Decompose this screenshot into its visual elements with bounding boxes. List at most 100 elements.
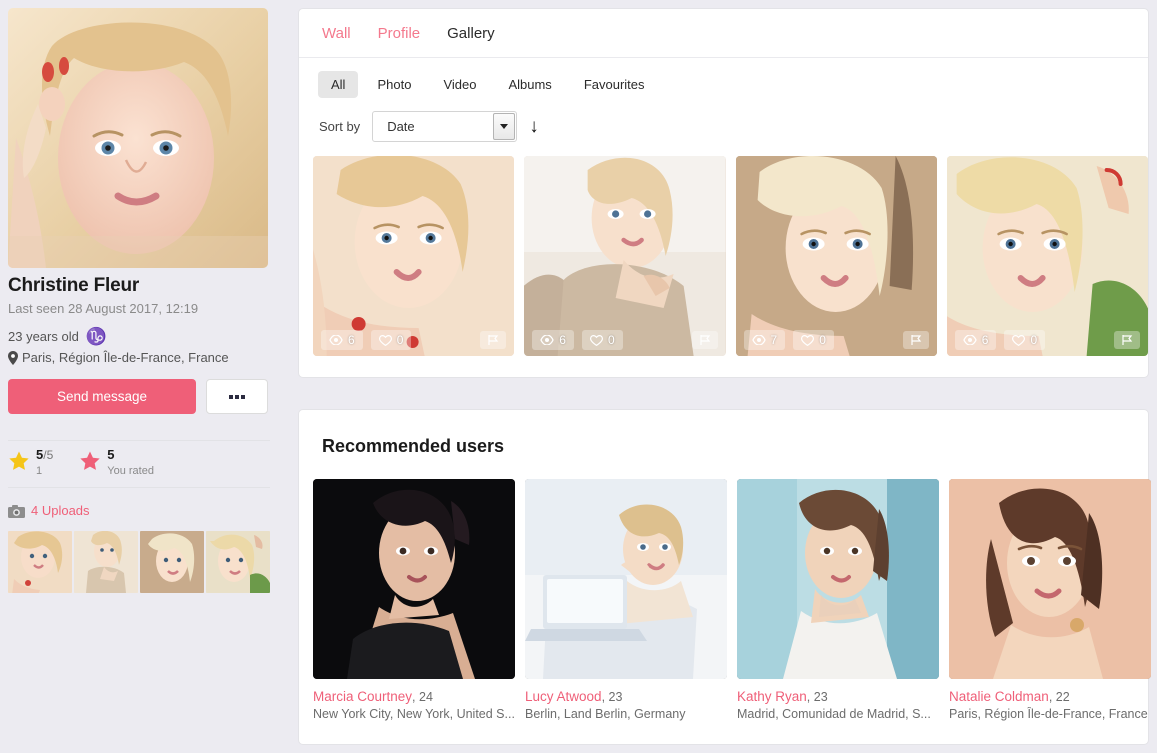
recommended-users-title: Recommended users — [322, 436, 505, 456]
user-name-text: Lucy Atwood — [525, 689, 602, 704]
views-badge: 6 — [954, 330, 997, 350]
profile-photo[interactable] — [8, 8, 268, 268]
more-actions-button[interactable] — [206, 379, 268, 414]
gallery-grid: 6 0 6 0 7 0 6 0 — [299, 142, 1148, 356]
recommended-user-name[interactable]: Kathy Ryan, 23 — [737, 689, 939, 704]
views-badge: 7 — [743, 330, 786, 350]
last-seen-text: Last seen 28 August 2017, 12:19 — [8, 301, 199, 316]
sort-select-value: Date — [387, 119, 415, 134]
gallery-photo-overlay: 6 0 — [524, 324, 725, 356]
star-icon-pink — [79, 450, 101, 472]
star-icon — [8, 450, 30, 472]
user-name-text: Kathy Ryan — [737, 689, 807, 704]
recommended-users-card: Recommended users Marcia Courtney, 24 Ne… — [298, 409, 1151, 745]
views-count: 6 — [348, 333, 355, 347]
upload-thumb-1[interactable] — [8, 531, 72, 593]
flag-icon[interactable] — [691, 331, 718, 349]
user-name-text: Natalie Coldman — [949, 689, 1049, 704]
recommended-user-photo[interactable] — [313, 479, 515, 679]
likes-count: 0 — [1030, 333, 1038, 347]
likes-count: 0 — [396, 333, 404, 347]
likes-count: 0 — [607, 333, 615, 347]
your-rating[interactable]: 5 You rated — [79, 447, 154, 478]
upload-thumb-3[interactable] — [140, 531, 204, 593]
recommended-user-4: Natalie Coldman, 22 Paris, Région Île-de… — [949, 479, 1151, 721]
page-root: Christine Fleur Last seen 28 August 2017… — [0, 0, 1157, 753]
recommended-user-location: New York City, New York, United S... — [313, 707, 515, 721]
gallery-photo-2[interactable]: 6 0 — [524, 156, 726, 356]
recommended-user-photo[interactable] — [949, 479, 1151, 679]
gallery-photo-4[interactable]: 6 0 — [946, 156, 1148, 356]
rating-block: 5/5 1 5 You rated — [8, 447, 154, 478]
views-count: 6 — [981, 333, 989, 347]
uploads-row[interactable]: 4 Uploads — [8, 503, 90, 518]
user-name-text: Marcia Courtney — [313, 689, 413, 704]
sort-by-label: Sort by — [319, 119, 361, 134]
dot-icon — [229, 394, 233, 399]
flag-icon[interactable] — [1114, 331, 1140, 349]
likes-badge: 0 — [581, 330, 623, 350]
views-count: 6 — [559, 333, 566, 347]
gallery-photo-1[interactable]: 6 0 — [313, 156, 515, 356]
user-age-text: , 23 — [601, 690, 623, 704]
recommended-user-name[interactable]: Lucy Atwood, 23 — [525, 689, 727, 704]
camera-icon — [8, 504, 25, 518]
tab-profile[interactable]: Profile — [378, 25, 421, 42]
send-message-button[interactable]: Send message — [8, 379, 196, 414]
upload-thumb-2[interactable] — [74, 531, 138, 593]
gallery-photo-overlay: 6 0 — [313, 324, 514, 356]
views-count: 7 — [770, 333, 778, 347]
recommended-user-2: Lucy Atwood, 23 Berlin, Land Berlin, Ger… — [525, 479, 727, 721]
recommended-user-name[interactable]: Marcia Courtney, 24 — [313, 689, 515, 704]
user-age-text: , 22 — [1048, 690, 1070, 704]
uploads-link[interactable]: 4 Uploads — [31, 503, 90, 518]
dot-icon — [241, 394, 245, 399]
divider — [8, 487, 270, 488]
filter-albums[interactable]: Albums — [495, 71, 564, 98]
filter-favourites[interactable]: Favourites — [571, 71, 658, 98]
gallery-card: Wall Profile Gallery All Photo Video Alb… — [298, 8, 1149, 378]
gallery-photo-overlay: 6 0 — [947, 324, 1148, 356]
recommended-user-location: Berlin, Land Berlin, Germany — [525, 707, 686, 721]
location-row: Paris, Région Île-de-France, France — [8, 350, 229, 365]
average-rating[interactable]: 5/5 1 — [8, 447, 54, 478]
your-rating-label: You rated — [107, 464, 154, 477]
rating-votes-count: 1 — [36, 464, 43, 477]
gallery-photo-overlay: 7 0 — [736, 324, 937, 356]
location-label: Paris, Région Île-de-France, France — [22, 350, 229, 365]
uploads-thumbnail-strip — [8, 531, 270, 593]
recommended-user-photo[interactable] — [525, 479, 727, 679]
likes-badge: 0 — [793, 330, 834, 350]
recommended-users-grid: Marcia Courtney, 24 New York City, New Y… — [299, 457, 1151, 721]
average-rating-scale: /5 — [43, 448, 54, 462]
filter-video[interactable]: Video — [430, 71, 489, 98]
gallery-photo-3[interactable]: 7 0 — [735, 156, 937, 356]
divider — [8, 440, 270, 441]
dot-icon — [235, 394, 239, 399]
flag-icon[interactable] — [480, 331, 507, 349]
tab-gallery[interactable]: Gallery — [447, 25, 495, 42]
recommended-user-name[interactable]: Natalie Coldman, 22 — [949, 689, 1151, 704]
views-badge: 6 — [321, 330, 363, 350]
user-age-text: , 23 — [806, 690, 828, 704]
chevron-down-icon[interactable] — [493, 113, 516, 140]
recommended-user-1: Marcia Courtney, 24 New York City, New Y… — [313, 479, 515, 721]
recommended-user-location: Paris, Région Île-de-France, France — [949, 707, 1148, 721]
profile-sidebar: Christine Fleur Last seen 28 August 2017… — [0, 0, 290, 753]
likes-count: 0 — [819, 333, 826, 347]
upload-thumb-4[interactable] — [206, 531, 270, 593]
filter-photo[interactable]: Photo — [364, 71, 424, 98]
gallery-filter-tabs: All Photo Video Albums Favourites — [299, 58, 1148, 98]
sort-select[interactable]: Date — [372, 111, 518, 142]
tab-wall[interactable]: Wall — [322, 25, 351, 42]
capricorn-icon: ♑ — [85, 327, 107, 346]
recommended-user-photo[interactable] — [737, 479, 939, 679]
profile-tabs: Wall Profile Gallery — [299, 9, 1148, 58]
recommended-user-location: Madrid, Comunidad de Madrid, S... — [737, 707, 931, 721]
page-title: Christine Fleur — [8, 275, 140, 296]
arrow-down-icon[interactable]: ↓ — [529, 117, 539, 136]
recommended-user-3: Kathy Ryan, 23 Madrid, Comunidad de Madr… — [737, 479, 939, 721]
filter-all[interactable]: All — [318, 71, 359, 98]
flag-icon[interactable] — [902, 331, 929, 349]
likes-badge: 0 — [370, 330, 412, 350]
